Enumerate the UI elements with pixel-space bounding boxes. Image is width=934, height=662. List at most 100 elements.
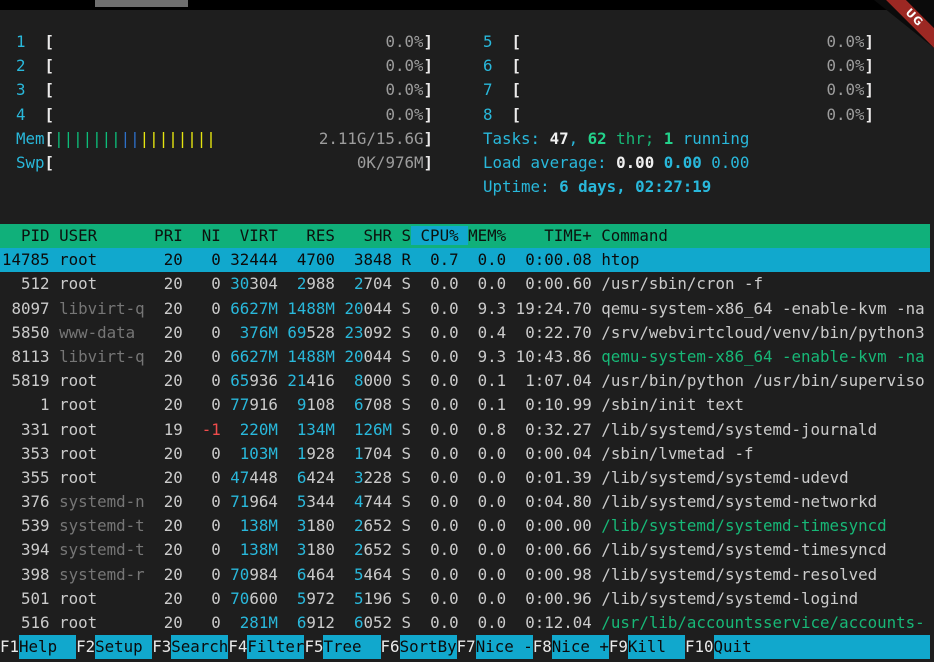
cell-shr-pad xyxy=(335,420,354,439)
process-row[interactable]: 501 root 20 0 70600 5972 5196 S 0.0 0.0 … xyxy=(0,587,930,611)
meter-open-bracket: [ xyxy=(512,30,522,54)
cell-res-pad xyxy=(278,299,288,318)
fn-sortby-button[interactable]: F6SortBy xyxy=(381,635,457,659)
process-row[interactable]: 516 root 20 0 281M 6912 6052 S 0.0 0.0 0… xyxy=(0,611,930,635)
cpu-meter-4-value: 0.0% xyxy=(385,103,423,127)
cell-user: systemd-t xyxy=(50,516,145,535)
process-row[interactable]: 1 root 20 0 77916 9108 6708 S 0.0 0.1 0:… xyxy=(0,393,930,417)
process-row[interactable]: 5850 www-data 20 0 376M 69528 23092 S 0.… xyxy=(0,321,930,345)
column-header-mem[interactable]: MEM% xyxy=(468,226,506,245)
column-header-command[interactable]: Command xyxy=(592,226,668,245)
cell-ni: 0 xyxy=(183,274,221,293)
cell-res: 464 xyxy=(306,565,335,584)
cell-state: S xyxy=(392,589,411,608)
column-header-time[interactable]: TIME+ xyxy=(506,226,592,245)
column-header-pid[interactable]: PID xyxy=(2,226,50,245)
cell-cpu-percent: 0.0 xyxy=(411,299,459,318)
process-row[interactable]: 394 systemd-t 20 0 138M 3180 2652 S 0.0 … xyxy=(0,538,930,562)
cell-cpu-percent: 0.0 xyxy=(411,347,459,366)
process-row[interactable]: 8097 libvirt-q 20 0 6627M 1488M 20044 S … xyxy=(0,297,930,321)
cpu-meter-7-value: 0.0% xyxy=(826,78,864,102)
fn-kill-button[interactable]: F9Kill xyxy=(609,635,685,659)
meter-open-bracket: [ xyxy=(45,78,55,102)
cell-ni: 0 xyxy=(183,444,221,463)
cell-mem-percent: 0.0 xyxy=(459,516,507,535)
cell-shr-prefix: 20 xyxy=(344,299,363,318)
cell-shr-pad xyxy=(335,468,354,487)
cell-virt-pad xyxy=(221,444,240,463)
cell-cpu-percent: 0.0 xyxy=(411,468,459,487)
cell-time: 19:24.70 xyxy=(506,299,592,318)
column-header-user[interactable]: USER xyxy=(50,226,145,245)
fn-setup-button[interactable]: F2Setup xyxy=(76,635,152,659)
cell-pri: 19 xyxy=(145,420,183,439)
meter-close-bracket: ] xyxy=(423,103,433,127)
process-row[interactable]: 14785 root 20 0 32444 4700 3848 R 0.7 0.… xyxy=(0,248,930,272)
fn-quit-button[interactable]: F10Quit xyxy=(685,635,930,659)
cell-user: root xyxy=(50,371,145,390)
cell-cpu-percent: 0.7 xyxy=(411,250,459,269)
cell-time: 1:07.04 xyxy=(506,371,592,390)
process-row[interactable]: 376 systemd-n 20 0 71964 5344 4744 S 0.0… xyxy=(0,490,930,514)
cell-shr-prefix: 4 xyxy=(354,492,364,511)
cell-state: S xyxy=(392,492,411,511)
process-row[interactable]: 398 systemd-r 20 0 70984 6464 5464 S 0.0… xyxy=(0,563,930,587)
process-row[interactable]: 5819 root 20 0 65936 21416 8000 S 0.0 0.… xyxy=(0,369,930,393)
htop-terminal: UG 1 [0.0%]2 [0.0%]3 [0.0%]4 [0.0%]Mem[|… xyxy=(0,0,934,662)
process-row[interactable]: 512 root 20 0 30304 2988 2704 S 0.0 0.0 … xyxy=(0,272,930,296)
cell-pri: 20 xyxy=(145,323,183,342)
fn-key-f5: F5 xyxy=(304,635,323,659)
cell-shr-pad xyxy=(335,274,354,293)
cell-pid: 353 xyxy=(2,444,50,463)
memory-meter: Mem[|||||||||||||||||2.11G/15.6G] xyxy=(16,127,433,151)
column-header-res[interactable]: RES xyxy=(278,226,335,245)
fn-nice--button[interactable]: F7Nice - xyxy=(457,635,533,659)
cell-res: 912 xyxy=(306,613,335,632)
cell-user: systemd-t xyxy=(50,540,145,559)
cell-command: /usr/sbin/cron -f xyxy=(592,274,763,293)
fn-search-button[interactable]: F3Search xyxy=(152,635,228,659)
cell-shr: 708 xyxy=(364,395,393,414)
load-average-segment: 0.00 xyxy=(664,153,712,172)
cell-time: 0:32.27 xyxy=(506,420,592,439)
cell-shr: 196 xyxy=(364,589,393,608)
swap-meter: Swp[0K/976M] xyxy=(16,151,433,175)
cell-virt: 600 xyxy=(249,589,278,608)
fn-tree-button[interactable]: F5Tree xyxy=(304,635,380,659)
column-header-pri[interactable]: PRI xyxy=(145,226,183,245)
meter-open-bracket: [ xyxy=(45,103,55,127)
process-row[interactable]: 539 systemd-t 20 0 138M 3180 2652 S 0.0 … xyxy=(0,514,930,538)
cell-res: 700 xyxy=(306,250,335,269)
cpu-meter-8: 8 [0.0%] xyxy=(483,103,874,127)
cell-res-pad xyxy=(278,444,297,463)
cell-pri: 20 xyxy=(145,371,183,390)
load-average-segment: 0.00 xyxy=(616,153,664,172)
cell-pid: 8097 xyxy=(2,299,50,318)
column-header-virt[interactable]: VIRT xyxy=(221,226,278,245)
fn-nice--button[interactable]: F8Nice + xyxy=(533,635,609,659)
process-row[interactable]: 8113 libvirt-q 20 0 6627M 1488M 20044 S … xyxy=(0,345,930,369)
process-row[interactable]: 331 root 19 -1 220M 134M 126M S 0.0 0.8 … xyxy=(0,418,930,442)
fn-key-f10: F10 xyxy=(685,635,714,659)
cell-command: /usr/lib/accountsservice/accounts- xyxy=(592,613,925,632)
memory-meter-bar-segment: || xyxy=(121,129,140,148)
column-header-s[interactable]: S xyxy=(392,226,411,245)
cell-cpu-percent: 0.0 xyxy=(411,274,459,293)
column-header-ni[interactable]: NI xyxy=(183,226,221,245)
right-meter-column: 5 [0.0%]6 [0.0%]7 [0.0%]8 [0.0%]Tasks: 4… xyxy=(483,30,874,199)
cell-pid: 5850 xyxy=(2,323,50,342)
cell-state: S xyxy=(392,565,411,584)
left-meter-column: 1 [0.0%]2 [0.0%]3 [0.0%]4 [0.0%]Mem[||||… xyxy=(16,30,433,175)
cell-pri: 20 xyxy=(145,444,183,463)
cell-cpu-percent: 0.0 xyxy=(411,444,459,463)
fn-filter-button[interactable]: F4Filter xyxy=(228,635,304,659)
cell-state: S xyxy=(392,613,411,632)
column-header-cpu[interactable]: CPU% xyxy=(411,226,468,245)
process-row[interactable]: 355 root 20 0 47448 6424 3228 S 0.0 0.0 … xyxy=(0,466,930,490)
cell-command: /sbin/init text xyxy=(592,395,744,414)
process-row[interactable]: 353 root 20 0 103M 1928 1704 S 0.0 0.0 0… xyxy=(0,442,930,466)
cell-command: /srv/webvirtcloud/venv/bin/python3 xyxy=(592,323,925,342)
column-header-shr[interactable]: SHR xyxy=(335,226,392,245)
fn-help-button[interactable]: F1Help xyxy=(0,635,76,659)
cell-ni: 0 xyxy=(183,565,221,584)
